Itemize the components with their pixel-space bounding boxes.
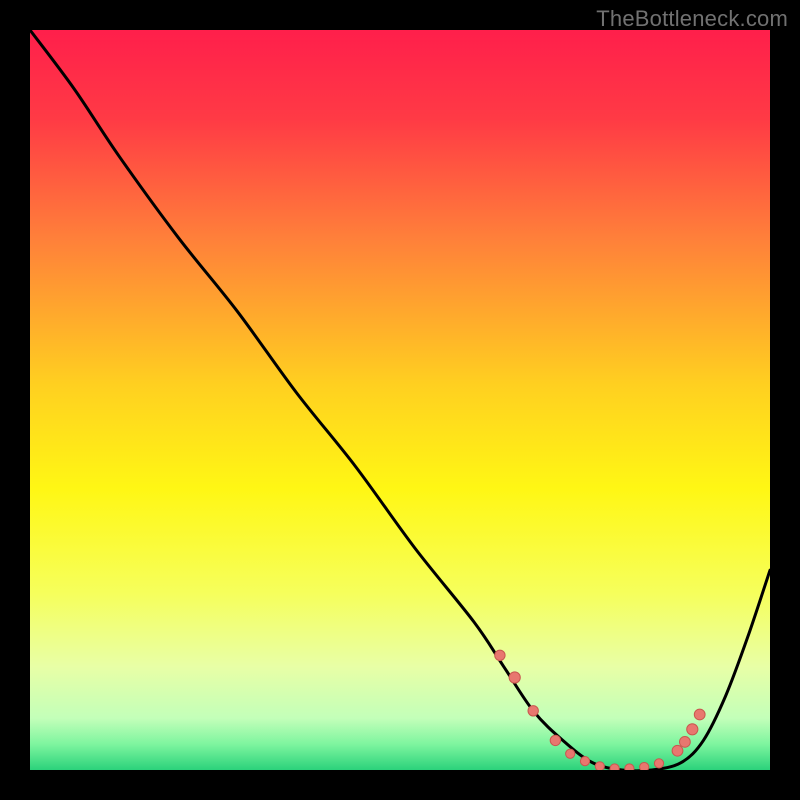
- highlight-dot: [680, 736, 691, 747]
- highlight-dot: [566, 749, 575, 758]
- highlight-dot: [495, 650, 505, 660]
- highlight-dot: [625, 764, 634, 770]
- bottleneck-chart: [30, 30, 770, 770]
- highlight-dot: [509, 672, 520, 683]
- highlight-dot: [595, 762, 604, 770]
- highlight-dot: [640, 762, 649, 770]
- highlight-dot: [694, 709, 705, 720]
- highlight-dot: [580, 757, 589, 766]
- highlight-dot: [610, 764, 619, 770]
- highlight-dot: [654, 759, 663, 768]
- gradient-background: [30, 30, 770, 770]
- highlight-dot: [687, 724, 698, 735]
- highlight-dot: [550, 735, 560, 745]
- highlight-dot: [672, 745, 683, 756]
- chart-frame: TheBottleneck.com: [0, 0, 800, 800]
- highlight-dot: [528, 706, 538, 716]
- attribution-label: TheBottleneck.com: [596, 6, 788, 32]
